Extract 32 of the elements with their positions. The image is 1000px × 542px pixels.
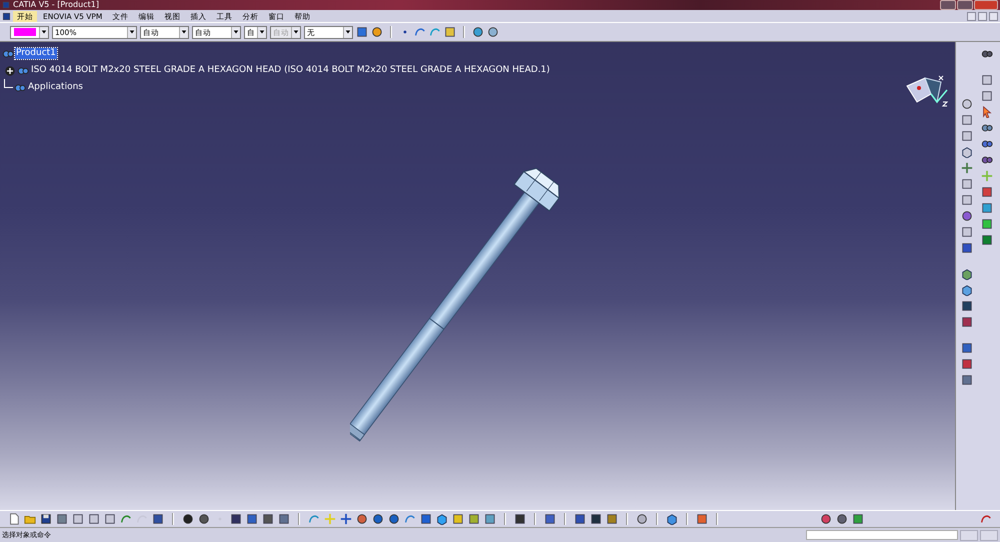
caret-icon[interactable] (41, 29, 47, 35)
minimize-button[interactable] (940, 0, 956, 10)
curve-icon[interactable] (414, 26, 426, 38)
maximize-button[interactable] (957, 0, 973, 10)
restore-button[interactable] (978, 12, 987, 20)
open-folder-icon[interactable] (24, 513, 36, 525)
part-icon[interactable] (14, 82, 26, 94)
select-icon[interactable] (980, 106, 992, 118)
tree-connector (4, 79, 13, 88)
new-file-icon[interactable] (8, 513, 20, 525)
gears-icon[interactable] (980, 48, 992, 60)
caret-icon[interactable] (181, 29, 187, 35)
expand-icon[interactable] (4, 64, 16, 76)
caret-icon[interactable] (233, 29, 239, 35)
product-icon[interactable] (2, 48, 14, 60)
dropdown-field[interactable] (10, 26, 49, 38)
command-field[interactable] (806, 530, 958, 540)
minimize-button[interactable] (967, 12, 976, 20)
caret-icon[interactable] (259, 29, 265, 35)
caret-icon[interactable] (129, 29, 135, 35)
cube-icon[interactable] (436, 513, 448, 525)
cube-icon[interactable] (960, 284, 972, 296)
tree-item[interactable]: Applications (27, 82, 84, 93)
tree-item[interactable]: Product1 (15, 48, 57, 59)
save-icon[interactable] (40, 513, 52, 525)
window-title: CATIA V5 - [Product1] (13, 0, 100, 10)
tree-item[interactable]: ISO 4014 BOLT M2x20 STEEL GRADE A HEXAGON HEAD (ISO 4014 BOLT M2x20 STEEL GRADE A HEXAGON HEAD.1) (30, 65, 551, 76)
part-icon[interactable] (17, 64, 29, 76)
close-button[interactable] (989, 12, 998, 20)
gear-icon[interactable] (980, 122, 992, 134)
caret-icon[interactable] (345, 29, 351, 35)
undo-icon[interactable] (120, 513, 132, 525)
